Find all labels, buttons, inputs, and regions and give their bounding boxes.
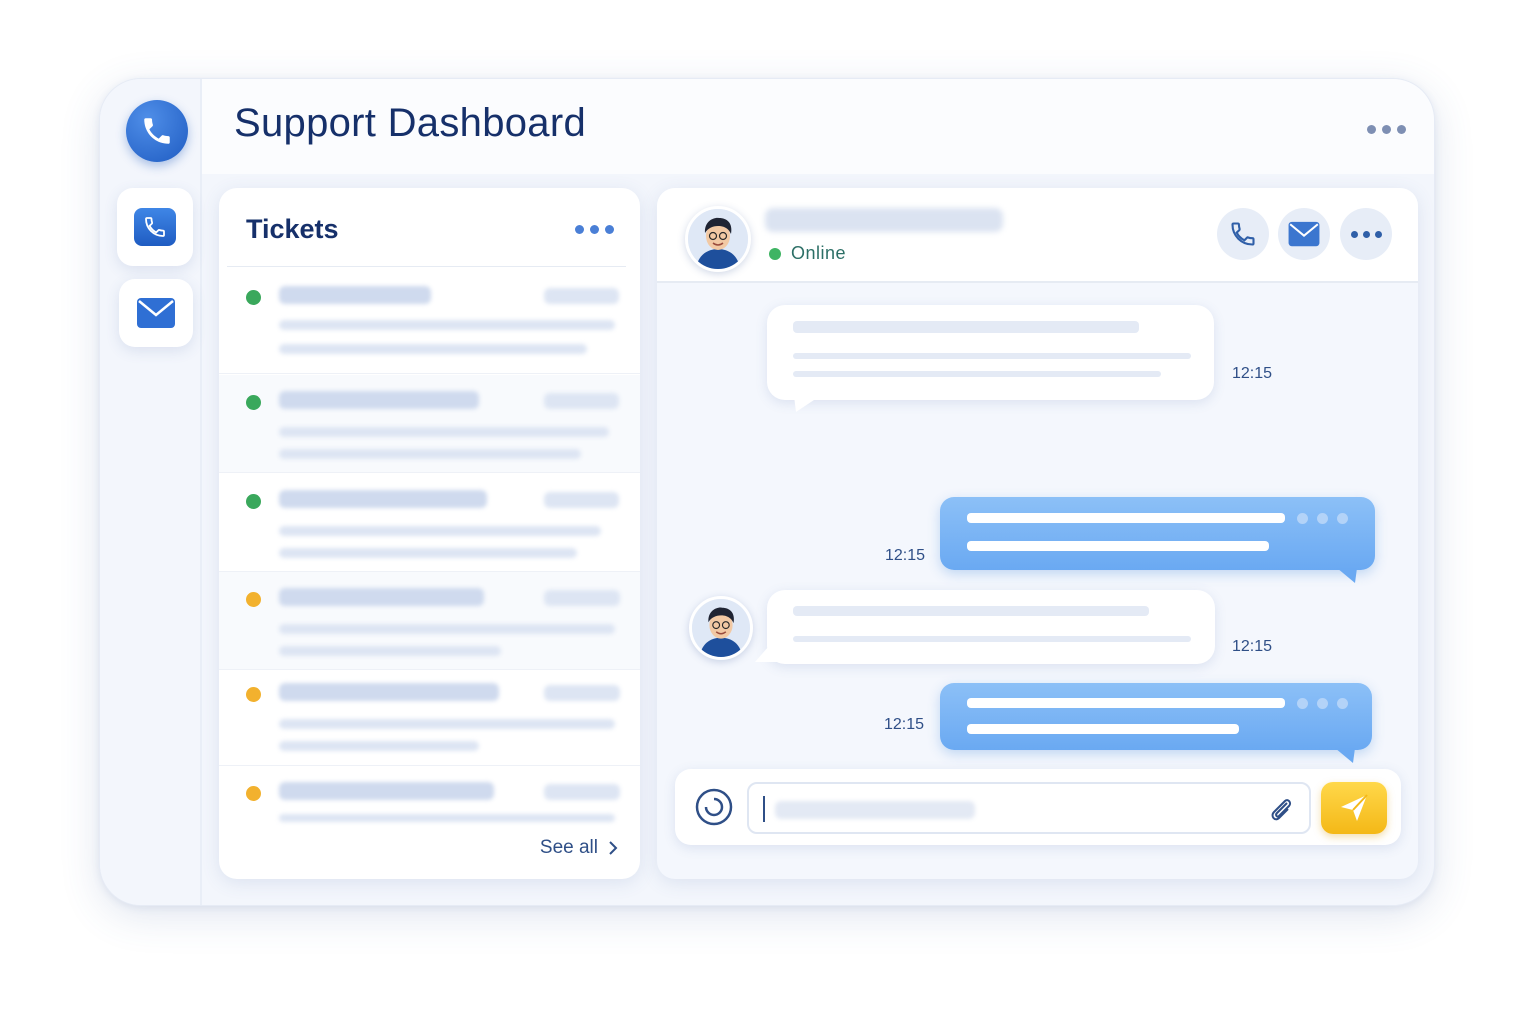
email-button[interactable] [1278,208,1330,260]
status-dot-green [246,290,261,305]
top-bar: Support Dashboard [202,79,1434,174]
contact-avatar[interactable] [689,596,753,660]
status-dot-green [246,395,261,410]
chat-header: Online [657,188,1418,283]
page-title: Support Dashboard [234,101,586,145]
ticket-row[interactable] [219,474,640,572]
typing-dots [1297,513,1348,524]
chat-more-button[interactable] [1340,208,1392,260]
typing-dots [1297,698,1348,709]
phone-icon [1231,222,1255,246]
more-icon [1350,230,1382,238]
paperclip-icon[interactable] [1265,794,1297,826]
bubble-tail [1337,568,1357,583]
rail-phone-button[interactable] [117,188,193,266]
send-icon [1341,794,1368,821]
ticket-row[interactable] [219,572,640,670]
rail-mail-button[interactable] [119,279,193,347]
message-composer [675,769,1401,845]
phone-icon [145,217,165,237]
sidebar-rail [100,79,202,905]
outgoing-message [940,497,1375,570]
see-all-link[interactable]: See all [540,837,618,859]
call-button[interactable] [1217,208,1269,260]
emoji-icon[interactable] [695,788,733,826]
online-label: Online [791,243,847,263]
draft-text-blurred [775,801,975,819]
ticket-row[interactable] [219,668,640,766]
tickets-title: Tickets [246,214,339,244]
ticket-row[interactable] [219,276,640,374]
bubble-tail [1335,748,1355,763]
status-dot-orange [246,592,261,607]
message-time: 12:15 [1232,365,1273,382]
ticket-row[interactable] [219,375,640,473]
see-all-label: See all [539,837,598,858]
incoming-message [767,590,1215,664]
contact-avatar[interactable] [685,206,751,272]
send-button[interactable] [1321,782,1387,834]
incoming-message [767,305,1214,400]
app-window: Support Dashboard Tickets See all Online… [99,78,1435,906]
tickets-more-icon[interactable] [575,225,614,234]
tickets-panel: Tickets See all [219,188,640,879]
outgoing-message [940,683,1372,750]
chat-panel: Online 12:15 12:15 12:15 12:15 [657,188,1418,879]
bubble-tail [794,396,820,412]
app-logo[interactable] [126,100,188,162]
phone-icon [144,118,170,144]
chevron-right-icon [609,841,618,855]
divider [227,266,626,267]
status-dot-orange [246,687,261,702]
status-dot-green [246,494,261,509]
message-input[interactable] [747,782,1311,834]
mail-icon [137,298,175,328]
online-dot [769,247,781,260]
status-dot-orange [246,786,261,801]
bubble-tail [755,646,779,662]
more-menu-icon[interactable] [1367,125,1406,134]
contact-name-blurred [765,208,1003,232]
text-caret [763,796,765,822]
online-status: Online [769,243,846,264]
mail-icon [1288,221,1320,247]
message-time: 12:15 [1232,638,1273,655]
message-time: 12:15 [884,716,925,733]
message-time: 12:15 [885,547,926,564]
